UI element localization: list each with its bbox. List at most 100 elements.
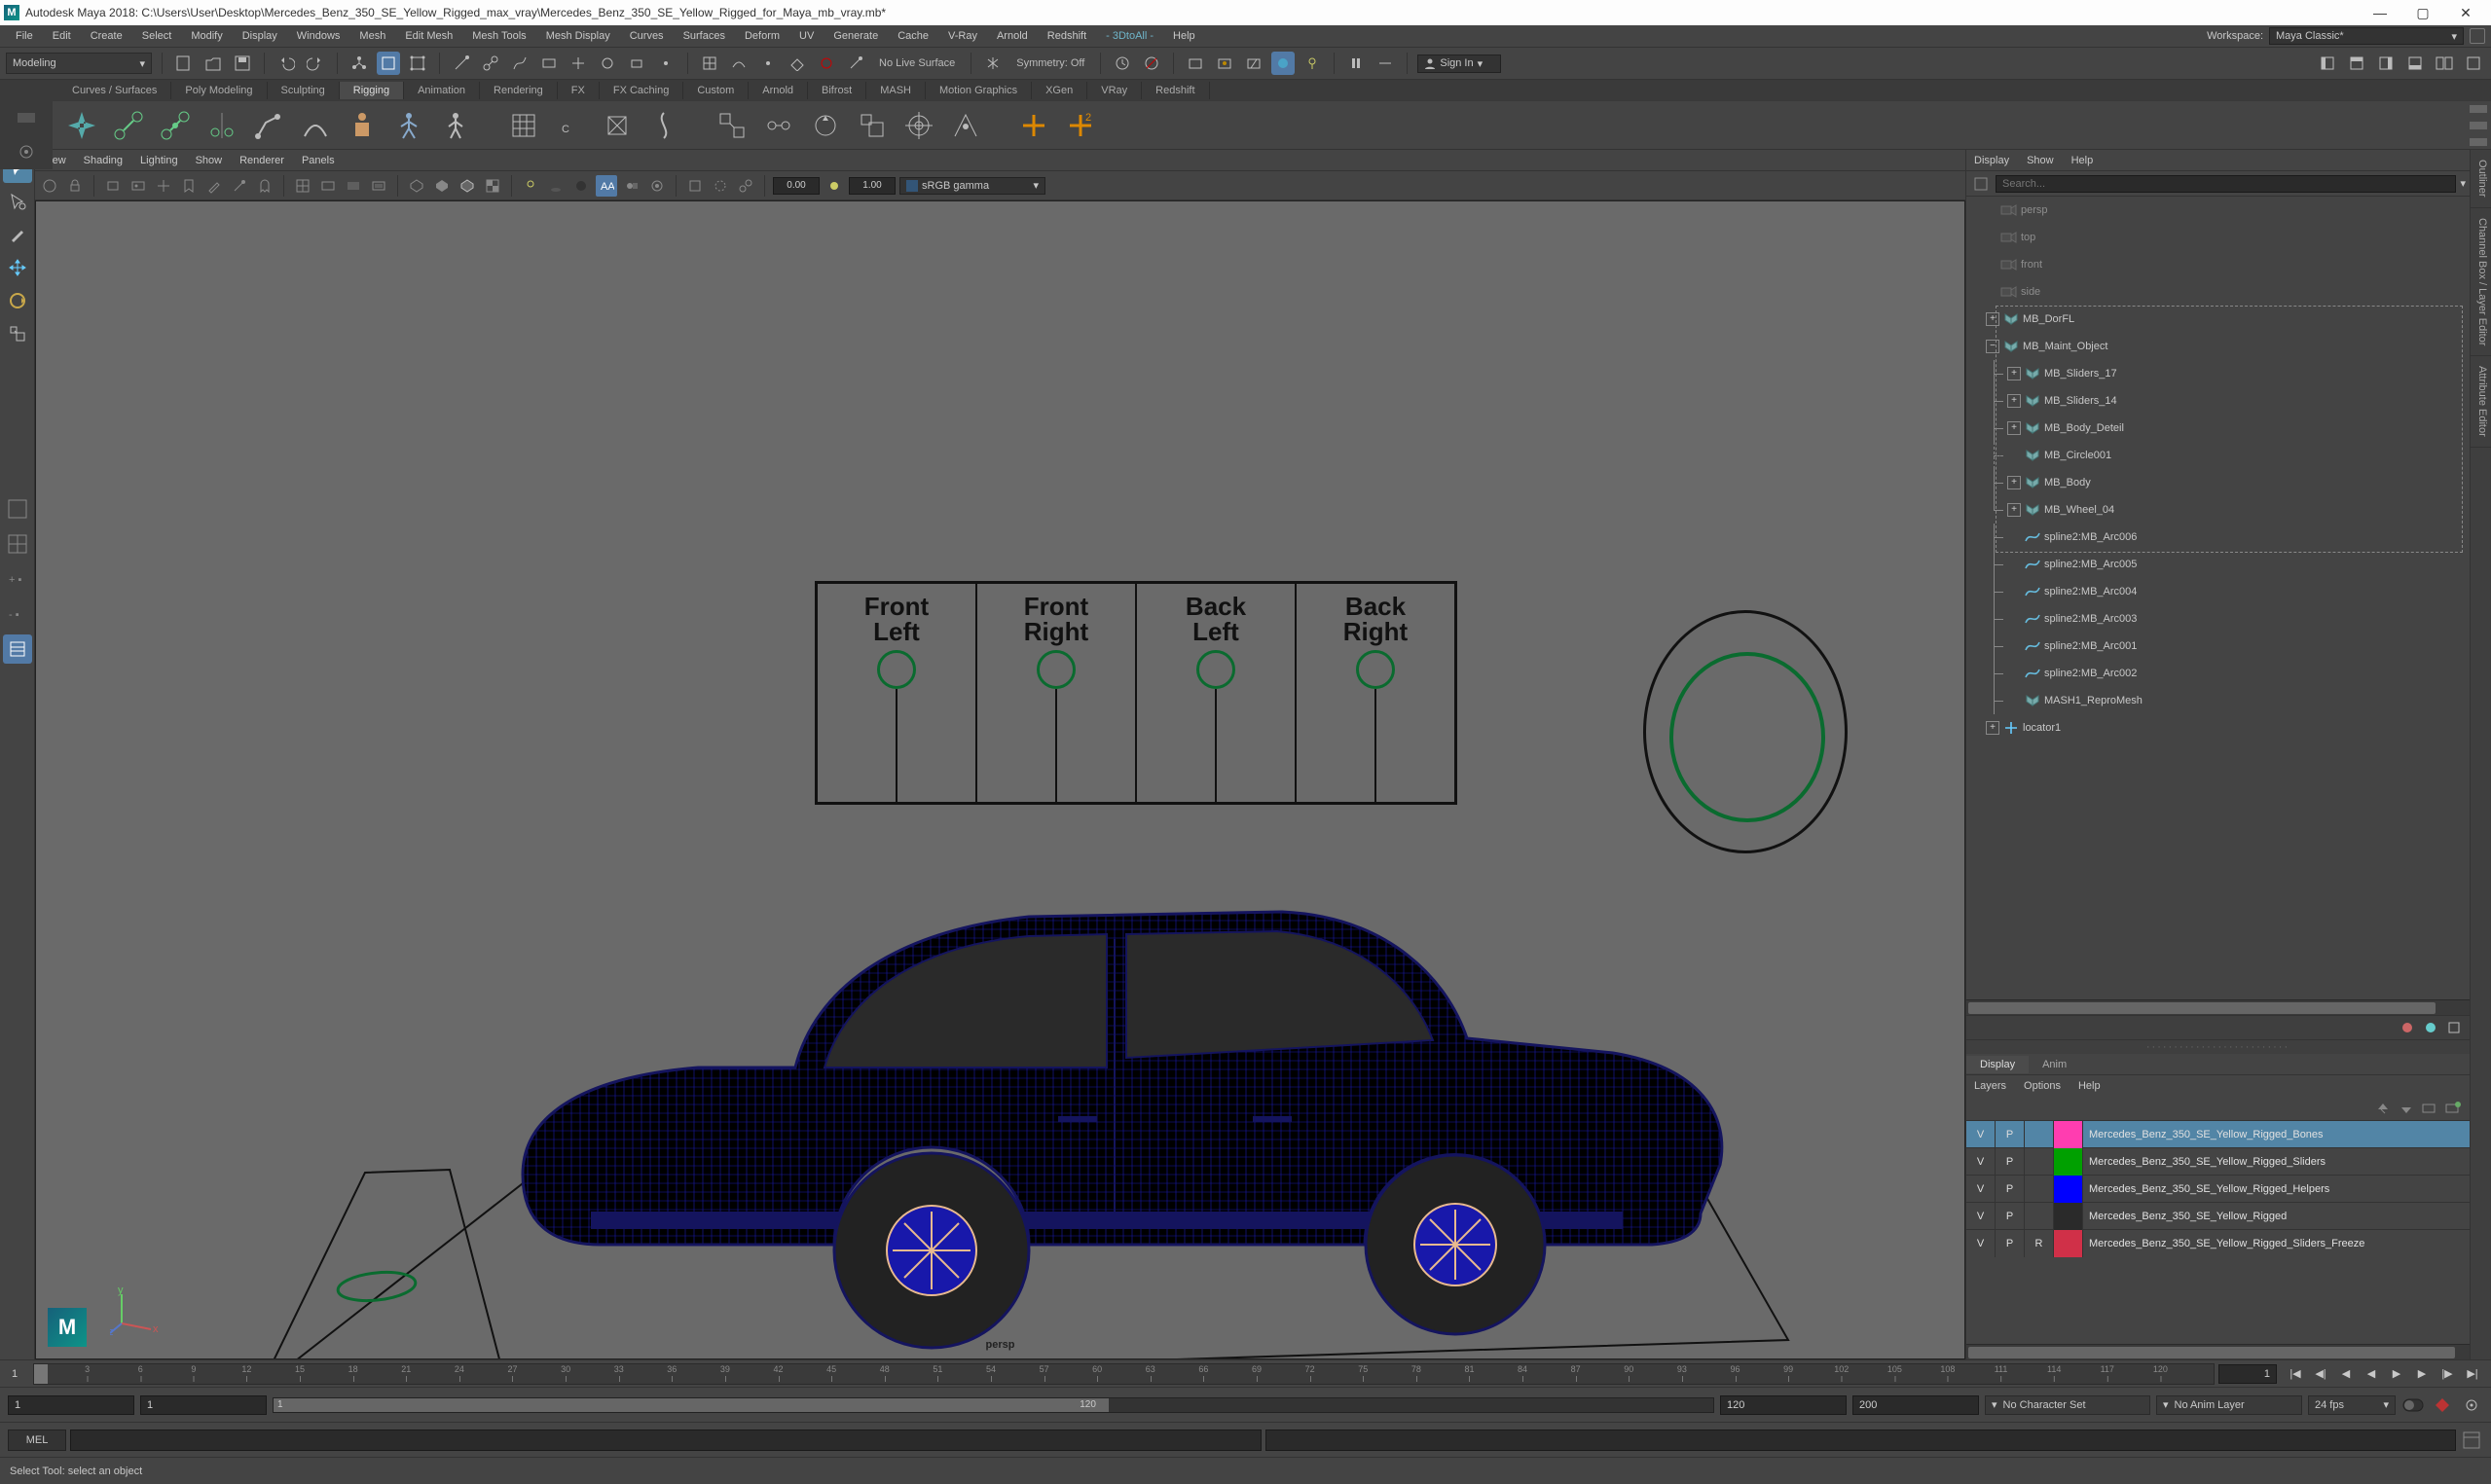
panel-toggle-3-icon[interactable] <box>2374 52 2398 75</box>
fps-dropdown[interactable]: 24 fps▾ <box>2308 1395 2396 1415</box>
shelf-ik-handle-icon[interactable] <box>249 106 288 145</box>
shelf-scroll[interactable] <box>2470 101 2487 150</box>
shelf-editor-column[interactable] <box>0 101 53 169</box>
side-tab-outliner[interactable]: Outliner <box>2471 150 2491 208</box>
menu-help[interactable]: Help <box>1163 27 1205 45</box>
time-track[interactable]: 3691215182124273033363942454851545760636… <box>33 1363 2215 1385</box>
shelf-ik-spline-icon[interactable] <box>296 106 335 145</box>
anim-prefs-button[interactable] <box>2460 1394 2483 1417</box>
window-close-button[interactable]: ✕ <box>2444 0 2487 25</box>
layer-playback-toggle[interactable]: P <box>1996 1176 2025 1203</box>
outliner-menu-help[interactable]: Help <box>2071 155 2094 166</box>
vp-xray-icon[interactable] <box>710 175 731 197</box>
shelf-pose-add2-icon[interactable]: 2 <box>1061 106 1100 145</box>
cmd-input[interactable] <box>70 1430 1262 1451</box>
range-outer-start-field[interactable] <box>8 1395 134 1415</box>
vp-xray-joint-icon[interactable] <box>735 175 756 197</box>
outliner-item[interactable]: spline2:MB_Arc001 <box>1966 633 2470 660</box>
time-playhead[interactable] <box>34 1364 48 1384</box>
layer-menu-options[interactable]: Options <box>2024 1080 2061 1092</box>
anim-layer-dropdown[interactable]: ▾No Anim Layer <box>2156 1395 2302 1415</box>
vp-ao-icon[interactable] <box>570 175 592 197</box>
vp-gatemask-icon[interactable] <box>368 175 389 197</box>
outliner-camera-persp[interactable]: persp <box>1966 197 2470 224</box>
rig-slider-knob[interactable] <box>1356 650 1395 689</box>
menu-curves[interactable]: Curves <box>620 27 674 45</box>
shelf-joint-insert-icon[interactable] <box>156 106 195 145</box>
shelf-pose-add-icon[interactable] <box>1014 106 1053 145</box>
layer-new-selected-icon[interactable] <box>2444 1101 2462 1116</box>
layout-four-icon[interactable] <box>3 529 32 559</box>
outliner-camera-top[interactable]: top <box>1966 224 2470 251</box>
shelf-tab-arnold[interactable]: Arnold <box>749 82 808 99</box>
mask-surface-icon[interactable] <box>537 52 561 75</box>
shelf-tab-curves-surfaces[interactable]: Curves / Surfaces <box>58 82 171 99</box>
shelf-humanik-icon[interactable] <box>389 106 428 145</box>
outliner-item[interactable]: spline2:MB_Arc005 <box>1966 551 2470 578</box>
layer-new-empty-icon[interactable] <box>2421 1101 2438 1116</box>
range-inner-end-field[interactable] <box>1720 1395 1847 1415</box>
playblast-settings-icon[interactable] <box>1374 52 1397 75</box>
menu-arnold[interactable]: Arnold <box>987 27 1038 45</box>
set-key-button[interactable] <box>2431 1394 2454 1417</box>
snap-grid-icon[interactable] <box>698 52 721 75</box>
go-end-button[interactable]: ▶| <box>2460 1363 2485 1385</box>
vp-grease2-icon[interactable] <box>229 175 250 197</box>
outliner-item[interactable]: spline2:MB_Arc004 <box>1966 578 2470 605</box>
vp-ghost-icon[interactable] <box>254 175 275 197</box>
render-frame-icon[interactable] <box>1184 52 1207 75</box>
vp-aa-icon[interactable]: AA <box>596 175 617 197</box>
snap-plane-icon[interactable] <box>786 52 809 75</box>
mask-misc-icon[interactable] <box>654 52 678 75</box>
rotate-tool[interactable] <box>3 286 32 315</box>
vp-filmgate-icon[interactable] <box>317 175 339 197</box>
vp-isolate-icon[interactable] <box>684 175 706 197</box>
rig-slider-column[interactable]: FrontLeft <box>818 584 977 802</box>
outliner-tree[interactable]: persptopfrontside+MB_DorFL−MB_Maint_Obje… <box>1966 197 2470 999</box>
outliner-camera-front[interactable]: front <box>1966 251 2470 278</box>
light-editor-icon[interactable] <box>1300 52 1324 75</box>
shelf-constraint-aim-icon[interactable] <box>899 106 938 145</box>
vp-camera-select-icon[interactable] <box>39 175 60 197</box>
layer-ref-toggle[interactable] <box>2025 1176 2054 1203</box>
vp-gamma-field[interactable] <box>849 177 896 195</box>
layer-row[interactable]: VPMercedes_Benz_350_SE_Yellow_Rigged_Hel… <box>1966 1175 2470 1202</box>
playblast-pause-icon[interactable] <box>1344 52 1368 75</box>
layer-playback-toggle[interactable]: P <box>1996 1148 2025 1176</box>
shelf-tab-poly-modeling[interactable]: Poly Modeling <box>171 82 267 99</box>
layer-ref-toggle[interactable] <box>2025 1121 2054 1148</box>
outliner-item[interactable]: spline2:MB_Arc002 <box>1966 660 2470 687</box>
vp-exposure-icon[interactable] <box>824 175 845 197</box>
history-toggle-icon[interactable] <box>1111 52 1134 75</box>
shelf-bind-skin-icon[interactable] <box>343 106 382 145</box>
step-back-key-button[interactable]: ◀| <box>2308 1363 2333 1385</box>
render-settings-icon[interactable] <box>1242 52 1265 75</box>
vp-menu-shading[interactable]: Shading <box>84 155 123 166</box>
panel-toggle-5-icon[interactable] <box>2433 52 2456 75</box>
panel-toggle-1-icon[interactable] <box>2316 52 2339 75</box>
sel-mode-object-icon[interactable] <box>377 52 400 75</box>
outliner-search-input[interactable] <box>1996 175 2456 193</box>
outliner-filter-icon[interactable] <box>1970 173 1992 195</box>
layout-single-icon[interactable] <box>3 494 32 524</box>
workspace-lock-icon[interactable] <box>2470 28 2485 44</box>
layer-row[interactable]: VPRMercedes_Benz_350_SE_Yellow_Rigged_Sl… <box>1966 1229 2470 1256</box>
layer-visibility-toggle[interactable]: V <box>1966 1230 1996 1257</box>
shelf-tab-sculpting[interactable]: Sculpting <box>268 82 340 99</box>
vp-imageplane-icon[interactable] <box>128 175 149 197</box>
shelf-constraint-parent-icon[interactable] <box>713 106 751 145</box>
layer-row[interactable]: VPMercedes_Benz_350_SE_Yellow_Rigged_Bon… <box>1966 1120 2470 1147</box>
shelf-tab-redshift[interactable]: Redshift <box>1142 82 1209 99</box>
vp-shadows-icon[interactable] <box>545 175 567 197</box>
play-fwd-button[interactable]: ▶ <box>2384 1363 2409 1385</box>
shelf-tab-mash[interactable]: MASH <box>866 82 926 99</box>
open-scene-icon[interactable] <box>201 52 225 75</box>
current-frame-field[interactable] <box>2218 1364 2277 1384</box>
shelf-joint-icon[interactable] <box>109 106 148 145</box>
layer-ref-toggle[interactable]: R <box>2025 1230 2054 1257</box>
mask-dynamic-icon[interactable] <box>596 52 619 75</box>
panel-toggle-6-icon[interactable] <box>2462 52 2485 75</box>
menu-windows[interactable]: Windows <box>287 27 350 45</box>
play-back-button[interactable]: ◀ <box>2359 1363 2384 1385</box>
shelf-quickrig-icon[interactable] <box>436 106 475 145</box>
